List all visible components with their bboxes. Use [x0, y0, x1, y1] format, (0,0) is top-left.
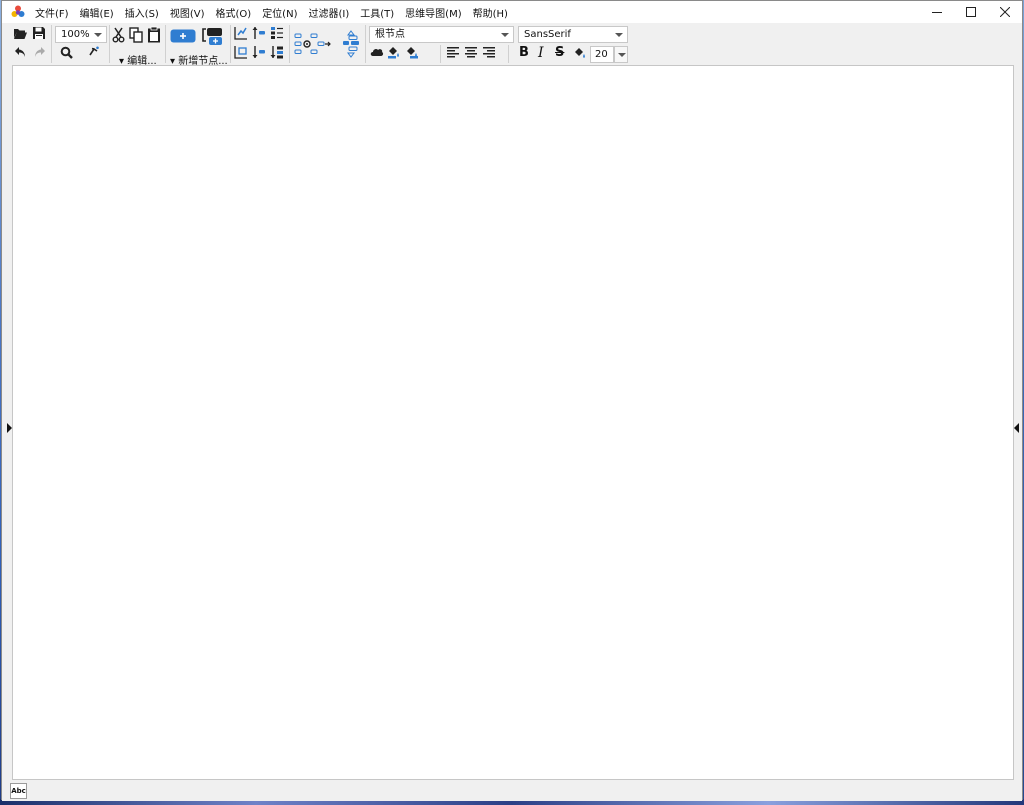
toolbar-separator: [230, 25, 231, 63]
app-logo-icon: [11, 5, 25, 19]
bold-button[interactable]: B: [519, 45, 529, 61]
menu-navigate[interactable]: 定位(N): [262, 5, 297, 20]
right-panel-toggle-icon[interactable]: [1014, 423, 1019, 433]
maximize-icon: [966, 7, 976, 17]
toolbar-separator: [440, 45, 441, 63]
menu-format[interactable]: 格式(O): [216, 5, 252, 20]
move-up-icon[interactable]: [252, 26, 266, 40]
align-left-icon[interactable]: [447, 47, 459, 58]
close-button[interactable]: [988, 1, 1022, 23]
menu-filter[interactable]: 过滤器(I): [308, 5, 349, 20]
fit-zoom-icon[interactable]: [88, 45, 101, 58]
cloud-icon[interactable]: [370, 47, 384, 57]
zoom-value: 100%: [61, 29, 90, 40]
close-icon: [1000, 7, 1010, 17]
app-window: 文件(F) 编辑(E) 插入(S) 视图(V) 格式(O) 定位(N) 过滤器(…: [1, 0, 1023, 801]
menu-edit[interactable]: 编辑(E): [80, 5, 114, 20]
status-bar: Abc: [2, 781, 1022, 801]
strikethrough-button[interactable]: S: [555, 45, 564, 61]
chevron-down-icon: [615, 33, 623, 37]
menu-file[interactable]: 文件(F): [35, 5, 69, 20]
menu-tools[interactable]: 工具(T): [360, 5, 394, 20]
menu-insert[interactable]: 插入(S): [125, 5, 159, 20]
edge-color-icon[interactable]: [405, 45, 419, 59]
text-color-icon[interactable]: [573, 46, 587, 60]
font-size-input[interactable]: 20: [590, 46, 614, 63]
font-size-dropdown-button[interactable]: [614, 46, 628, 63]
toolbar-separator: [109, 25, 110, 63]
fill-color-icon[interactable]: [387, 45, 401, 59]
open-file-icon[interactable]: [13, 27, 27, 40]
node-style-select[interactable]: 根节点: [369, 26, 514, 43]
mindmap-canvas[interactable]: [12, 65, 1014, 780]
align-nodes-icon[interactable]: [342, 30, 360, 58]
node-style-value: 根节点: [375, 29, 405, 40]
copy-icon[interactable]: [129, 27, 143, 43]
align-right-icon[interactable]: [483, 47, 495, 58]
toolbar-separator: [508, 45, 509, 63]
cloud-layout-icon[interactable]: [234, 26, 248, 40]
toolbar: 100% ▾ 编辑... ▾ 新增节点... 根节点 SansSerif B I…: [2, 23, 1022, 67]
toolbar-separator: [365, 25, 366, 63]
left-panel-toggle-icon[interactable]: [7, 423, 12, 433]
zoom-search-icon[interactable]: [60, 46, 73, 59]
chevron-down-icon: [94, 33, 102, 37]
sort-nodes-icon[interactable]: [270, 45, 284, 59]
font-family-value: SansSerif: [524, 29, 571, 40]
maximize-button[interactable]: [954, 1, 988, 23]
toolbar-separator: [165, 25, 166, 63]
redo-icon[interactable]: [32, 45, 46, 59]
spellcheck-toggle-button[interactable]: Abc: [10, 783, 27, 799]
font-family-select[interactable]: SansSerif: [518, 26, 628, 43]
menu-help[interactable]: 帮助(H): [473, 5, 508, 20]
toolbar-separator: [51, 25, 52, 63]
minimize-icon: [932, 12, 942, 13]
chevron-down-icon: [501, 33, 509, 37]
align-center-icon[interactable]: [465, 47, 477, 58]
menu-bar: 文件(F) 编辑(E) 插入(S) 视图(V) 格式(O) 定位(N) 过滤器(…: [35, 1, 519, 23]
zoom-select[interactable]: 100%: [55, 26, 107, 43]
move-down-icon[interactable]: [252, 45, 266, 59]
chevron-down-icon: [618, 53, 626, 57]
save-icon[interactable]: [32, 26, 46, 40]
list-nodes-icon[interactable]: [270, 26, 284, 40]
undo-icon[interactable]: [14, 45, 28, 59]
font-size-value: 20: [595, 49, 608, 60]
cut-icon[interactable]: [112, 27, 125, 43]
title-bar: 文件(F) 编辑(E) 插入(S) 视图(V) 格式(O) 定位(N) 过滤器(…: [2, 1, 1022, 23]
add-sibling-node-icon[interactable]: [201, 26, 223, 46]
minimize-button[interactable]: [920, 1, 954, 23]
italic-button[interactable]: I: [538, 45, 544, 61]
fold-layout-icon[interactable]: [234, 45, 248, 59]
mindmap-structure-icon[interactable]: [294, 33, 332, 55]
paste-icon[interactable]: [147, 26, 161, 43]
toolbar-separator: [289, 25, 290, 63]
add-child-node-icon[interactable]: [170, 29, 196, 43]
menu-view[interactable]: 视图(V): [170, 5, 205, 20]
menu-mindmap[interactable]: 思维导图(M): [405, 5, 461, 20]
